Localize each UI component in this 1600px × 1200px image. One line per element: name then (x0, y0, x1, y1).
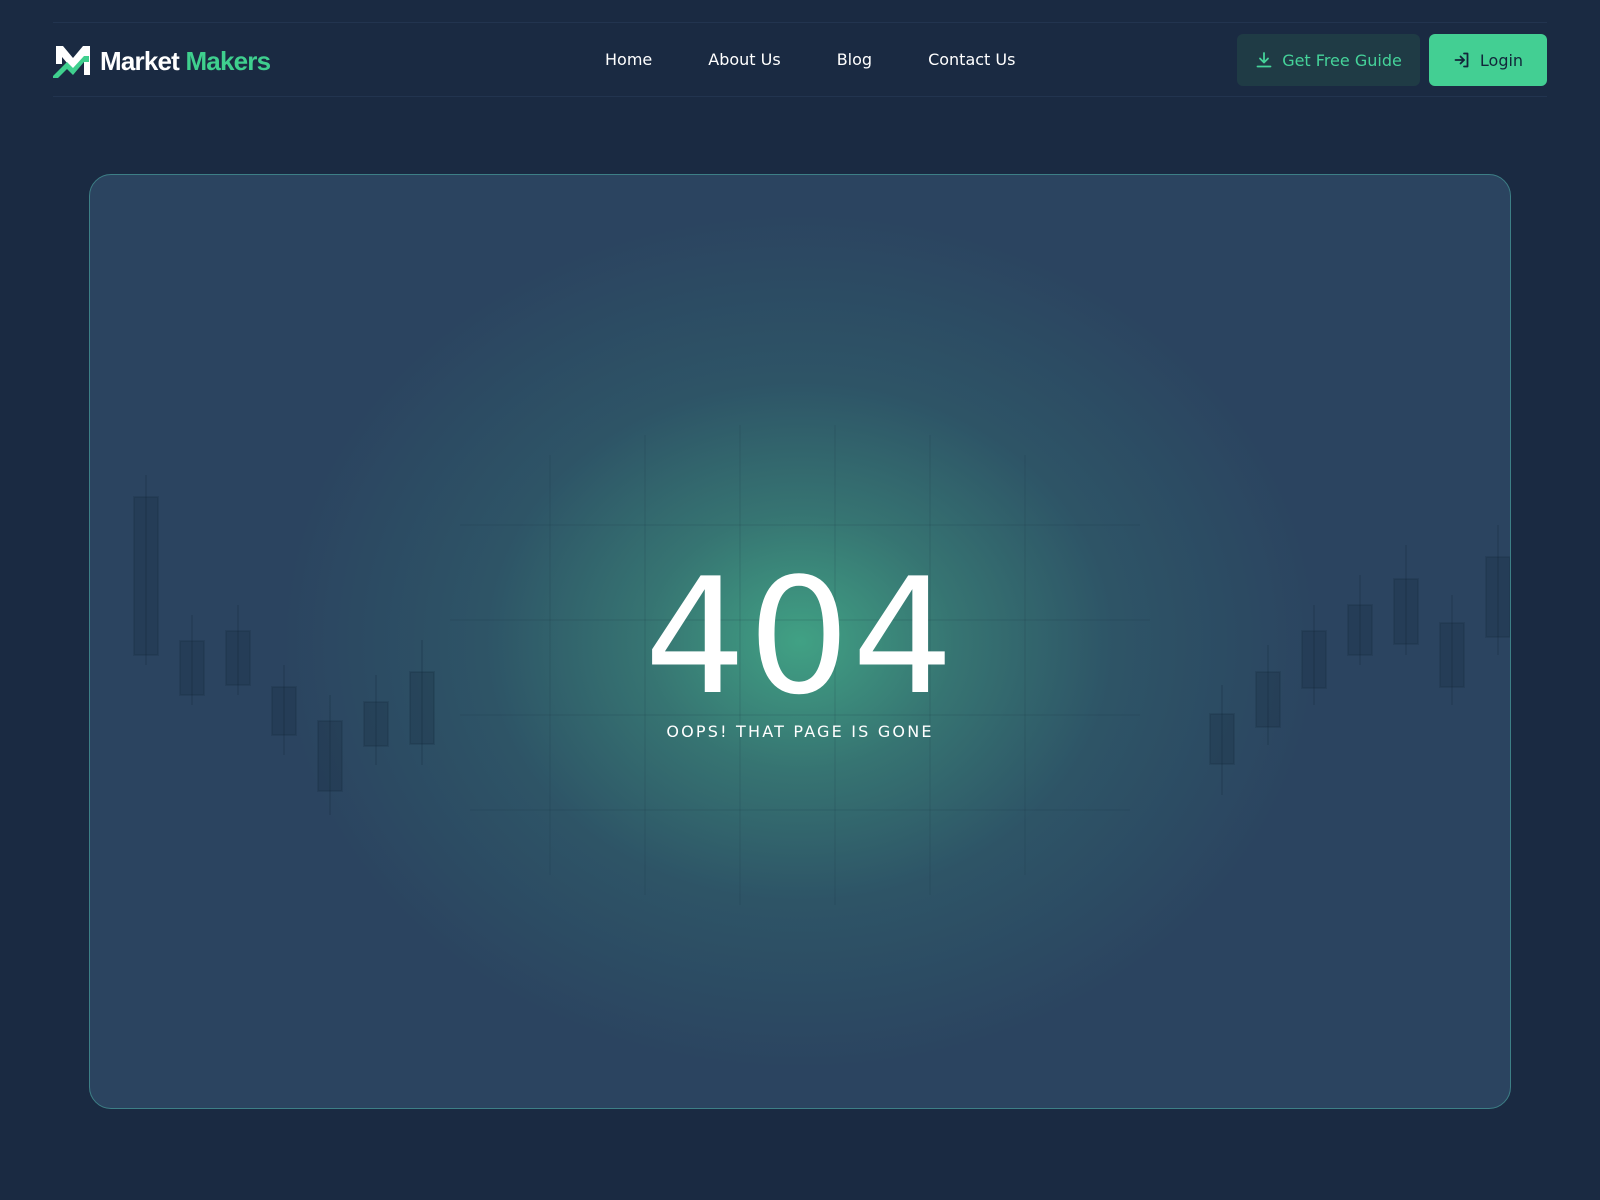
error-message: OOPS! THAT PAGE IS GONE (666, 722, 934, 741)
login-label: Login (1479, 50, 1524, 70)
nav-item-blog[interactable]: Blog (837, 50, 872, 69)
nav-item-contact-us[interactable]: Contact Us (928, 50, 1015, 69)
brand-name-part1: Market (100, 45, 180, 76)
page: Market Makers Home About Us Blog Contact… (0, 0, 1600, 1200)
download-icon (1256, 52, 1272, 68)
main-nav: Home About Us Blog Contact Us (605, 48, 1015, 70)
get-free-guide-label: Get Free Guide (1282, 50, 1402, 70)
login-button[interactable]: Login (1429, 34, 1547, 86)
brand-name-part2: Makers (185, 45, 271, 76)
m-chart-logo-icon (53, 46, 90, 78)
error-card: 404 OOPS! THAT PAGE IS GONE (89, 174, 1511, 1109)
nav-item-home[interactable]: Home (605, 50, 652, 69)
logo-link[interactable]: Market Makers (53, 44, 271, 78)
nav-item-about-us[interactable]: About Us (708, 50, 780, 69)
error-code: 404 (644, 543, 956, 730)
brand-name: Market Makers (100, 45, 271, 77)
site-header: Market Makers Home About Us Blog Contact… (53, 22, 1547, 97)
login-icon (1454, 52, 1469, 68)
header-actions: Get Free Guide Login (1237, 34, 1547, 86)
get-free-guide-button[interactable]: Get Free Guide (1237, 34, 1420, 86)
